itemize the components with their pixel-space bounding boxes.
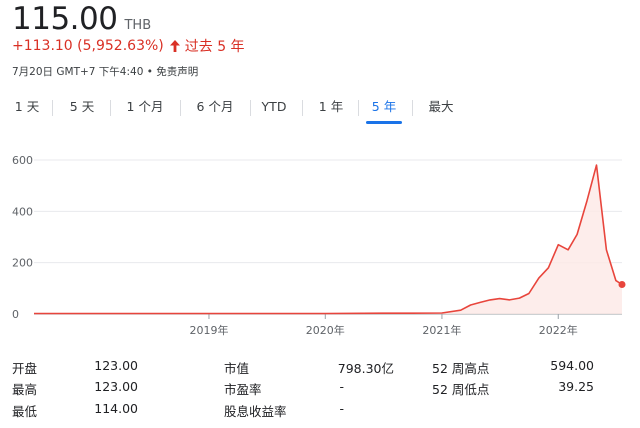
x-tick-label: 2021年	[422, 323, 461, 337]
stat-label-52w-high: 52 周高点	[432, 361, 490, 376]
y-tick-label: 400	[12, 205, 33, 218]
tab-divider	[250, 100, 251, 116]
y-tick-label: 200	[12, 257, 33, 270]
tab-6m[interactable]: 6 个月	[186, 94, 244, 120]
stat-value-high: 123.00	[94, 379, 138, 394]
stat-label-open: 开盘	[12, 361, 38, 376]
stat-value-low: 114.00	[94, 401, 138, 416]
stat-label-market-cap: 市值	[224, 361, 250, 376]
price-row: 115.00 THB	[12, 0, 151, 38]
stat-label-low: 最低	[12, 404, 38, 419]
stat-value-pe-ratio: -	[339, 379, 344, 394]
y-tick-label: 600	[12, 154, 33, 167]
stat-label-pe-ratio: 市盈率	[224, 382, 262, 397]
stat-label-52w-low: 52 周低点	[432, 382, 490, 397]
change-row: +113.10 (5,952.63%) 过去 5 年	[12, 36, 245, 56]
tab-1m[interactable]: 1 个月	[116, 94, 174, 120]
tab-divider	[302, 100, 303, 116]
y-tick-label: 0	[12, 308, 19, 321]
price-area	[34, 165, 622, 314]
stat-value-open: 123.00	[94, 358, 138, 373]
change-period: 过去 5 年	[184, 39, 245, 55]
price-change: +113.10 (5,952.63%)	[12, 38, 164, 54]
tab-1d[interactable]: 1 天	[8, 94, 46, 120]
tab-divider	[412, 100, 413, 116]
stat-label-high: 最高	[12, 382, 38, 397]
tab-divider	[180, 100, 181, 116]
stat-value-52w-low: 39.25	[558, 379, 594, 394]
x-tick-label: 2020年	[306, 323, 345, 337]
last-price-dot	[618, 280, 626, 288]
tab-divider	[358, 100, 359, 116]
x-tick-label: 2022年	[539, 323, 578, 337]
range-tabs: 1 天 5 天 1 个月 6 个月 YTD 1 年 5 年 最大	[0, 94, 640, 124]
tab-5y[interactable]: 5 年	[366, 94, 402, 124]
tab-divider	[110, 100, 111, 116]
tab-max[interactable]: 最大	[420, 94, 462, 120]
timestamp-disclaimer[interactable]: 7月20日 GMT+7 下午4:40 • 免责声明	[12, 64, 198, 79]
current-price: 115.00	[12, 1, 118, 37]
stat-value-52w-high: 594.00	[550, 358, 594, 373]
tab-5d[interactable]: 5 天	[60, 94, 104, 120]
x-tick-label: 2019年	[189, 323, 228, 337]
tab-divider	[52, 100, 53, 116]
price-chart[interactable]: 0 200 400 600 2019年 2020年 2021年 2022年	[0, 140, 640, 340]
stat-label-dividend-yield: 股息收益率	[224, 404, 287, 419]
stat-value-market-cap: 798.30亿	[337, 361, 394, 376]
currency-code: THB	[124, 18, 152, 33]
tab-1y[interactable]: 1 年	[312, 94, 350, 120]
stat-value-dividend-yield: -	[339, 401, 344, 416]
active-tab-indicator	[366, 121, 402, 124]
tab-ytd[interactable]: YTD	[256, 94, 292, 120]
arrow-up-icon	[169, 40, 180, 52]
